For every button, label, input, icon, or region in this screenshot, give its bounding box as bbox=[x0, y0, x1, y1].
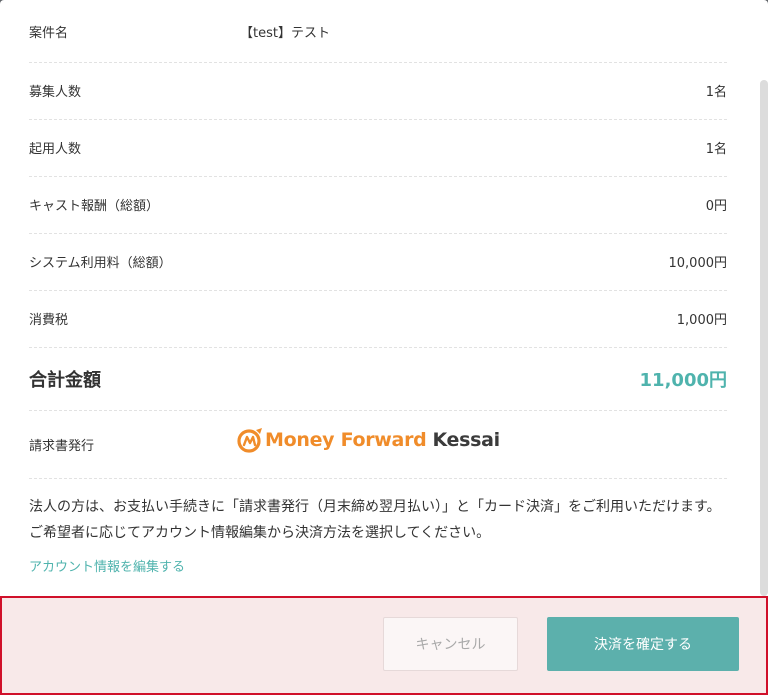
scrollbar[interactable] bbox=[760, 80, 768, 596]
project-name-value: 【test】テスト bbox=[240, 25, 330, 41]
money-forward-kessai-logo: Money Forward Kessai bbox=[237, 427, 500, 453]
logo-text-money-forward: Money Forward bbox=[265, 429, 427, 451]
invoice-label: 請求書発行 bbox=[29, 438, 95, 454]
modal-content: 案件名 【test】テスト 募集人数 1名 起用人数 1名 キャスト報酬（総額）… bbox=[0, 0, 768, 596]
total-amount-label: 合計金額 bbox=[29, 369, 101, 391]
confirm-payment-button[interactable]: 決済を確定する bbox=[547, 617, 739, 671]
row-consumption-tax: 消費税 1,000円 bbox=[29, 290, 727, 348]
cancel-button[interactable]: キャンセル bbox=[383, 617, 518, 671]
system-fee-value: 10,000円 bbox=[668, 256, 728, 271]
cast-fee-label: キャスト報酬（総額） bbox=[29, 199, 160, 214]
tax-value: 1,000円 bbox=[676, 313, 727, 328]
row-cast-fee: キャスト報酬（総額） 0円 bbox=[29, 176, 727, 234]
row-system-fee: システム利用料（総額） 10,000円 bbox=[29, 233, 727, 291]
edit-account-link[interactable]: アカウント情報を編集する bbox=[29, 556, 185, 575]
hired-count-value: 1名 bbox=[705, 142, 727, 157]
total-amount-value: 11,000円 bbox=[639, 369, 727, 391]
payment-confirmation-modal: 案件名 【test】テスト 募集人数 1名 起用人数 1名 キャスト報酬（総額）… bbox=[0, 0, 768, 695]
hired-count-label: 起用人数 bbox=[29, 142, 82, 157]
project-name-label: 案件名 bbox=[29, 25, 69, 41]
row-recruit-count: 募集人数 1名 bbox=[29, 62, 727, 120]
money-forward-logo-icon bbox=[237, 428, 262, 453]
recruit-count-value: 1名 bbox=[705, 85, 727, 100]
recruit-count-label: 募集人数 bbox=[29, 85, 82, 100]
modal-footer: キャンセル 決済を確定する bbox=[0, 596, 768, 695]
row-project-name: 案件名 【test】テスト bbox=[29, 0, 727, 63]
logo-text-kessai: Kessai bbox=[432, 429, 500, 451]
system-fee-label: システム利用料（総額） bbox=[29, 256, 172, 271]
cast-fee-value: 0円 bbox=[705, 199, 727, 214]
row-hired-count: 起用人数 1名 bbox=[29, 119, 727, 177]
tax-label: 消費税 bbox=[29, 313, 69, 328]
row-total-amount: 合計金額 11,000円 bbox=[29, 347, 727, 411]
row-invoice: 請求書発行 Money Forward Kessai bbox=[29, 410, 727, 479]
payment-method-note: 法人の方は、お支払い手続きに「請求書発行（月末締め翌月払い）」と「カード決済」を… bbox=[29, 499, 721, 541]
